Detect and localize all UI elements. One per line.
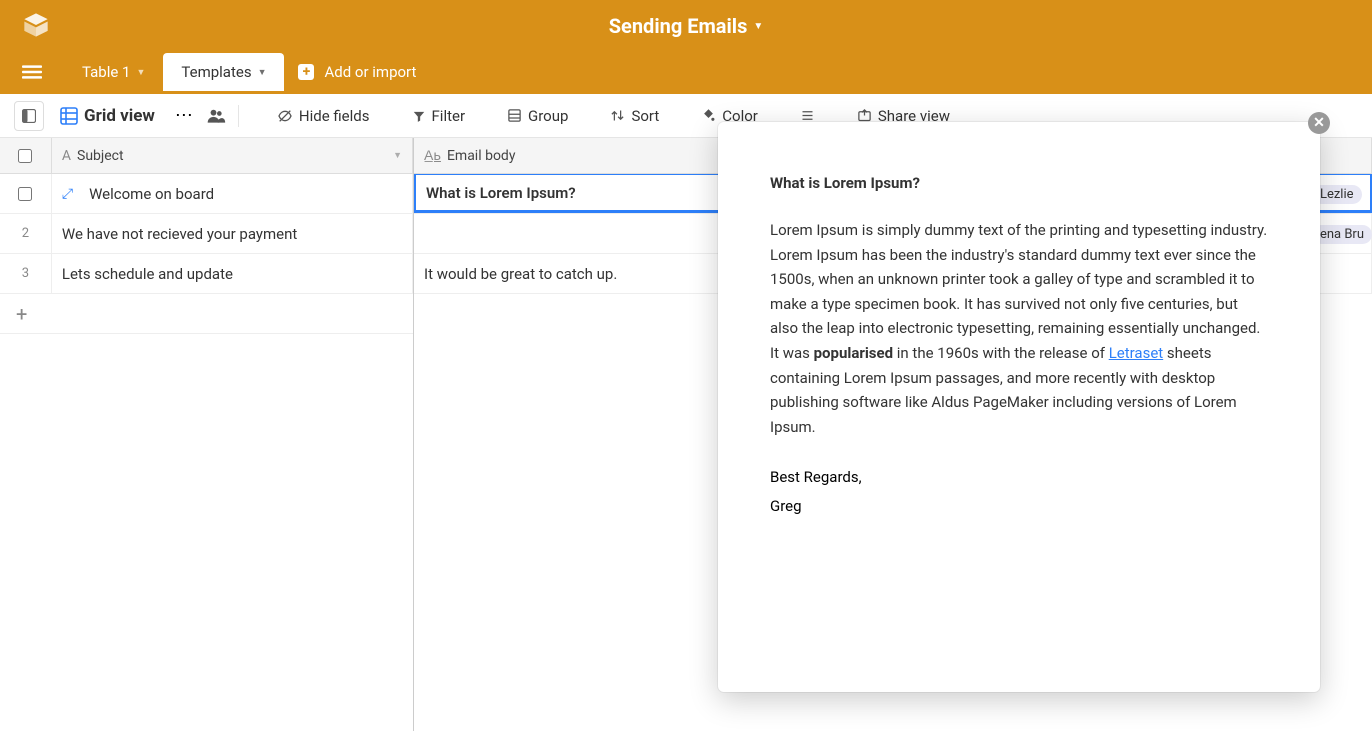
chevron-down-icon: ▼ [258, 67, 267, 78]
sort-button[interactable]: Sort [602, 103, 667, 129]
tab-label: Templates [181, 63, 251, 81]
logo-icon[interactable] [12, 11, 50, 39]
workspace-title-text: Sending Emails [609, 14, 748, 38]
row-selector[interactable] [0, 174, 52, 213]
tab-label: Table 1 [82, 63, 130, 81]
cell-value: It would be great to catch up. [424, 265, 617, 283]
workspace-title[interactable]: Sending Emails ▼ [609, 14, 764, 38]
chevron-down-icon: ▼ [136, 67, 145, 78]
view-switcher[interactable]: Grid view [52, 102, 163, 130]
group-button[interactable]: Group [499, 103, 576, 129]
close-icon: ✕ [1313, 115, 1325, 131]
cell-value: Lets schedule and update [62, 265, 233, 283]
table-row[interactable]: 2 We have not recieved your payment [0, 214, 413, 254]
chevron-down-icon: ▼ [393, 150, 402, 161]
cell-value: Welcome on board [89, 185, 214, 203]
tab-templates[interactable]: Templates ▼ [163, 53, 284, 91]
tab-table1[interactable]: Table 1 ▼ [64, 53, 163, 91]
select-all-header[interactable] [0, 138, 52, 173]
cell-value: What is Lorem Ipsum? [426, 184, 576, 202]
menu-icon[interactable] [22, 62, 42, 82]
row-number[interactable]: 3 [0, 254, 52, 293]
collaborators-button[interactable] [206, 106, 226, 126]
popup-signature: Best Regards, Greg [770, 463, 1268, 520]
table-row[interactable]: 3 Lets schedule and update [0, 254, 413, 294]
chevron-down-icon: ▼ [753, 21, 763, 32]
add-row-button[interactable]: + [0, 294, 413, 334]
text-field-icon: A [62, 148, 71, 164]
filter-label: Filter [432, 107, 466, 125]
collaborator-tag[interactable]: ena Bru [1312, 225, 1372, 244]
cell-subject[interactable]: We have not recieved your payment [52, 214, 413, 253]
column-header-subject[interactable]: A Subject ▼ [52, 138, 413, 173]
hide-fields-button[interactable]: Hide fields [269, 103, 378, 129]
popup-heading: What is Lorem Ipsum? [770, 174, 1268, 192]
rich-text-editor[interactable]: What is Lorem Ipsum? Lorem Ipsum is simp… [748, 152, 1290, 662]
cell-subject[interactable]: ⤢ Welcome on board [52, 174, 413, 213]
sidebar-toggle-button[interactable] [14, 101, 44, 131]
table-row[interactable]: ⤢ Welcome on board [0, 174, 413, 214]
column-label: Subject [77, 148, 124, 164]
divider [238, 105, 239, 127]
expand-record-icon[interactable]: ⤢ [62, 186, 73, 202]
add-or-import-button[interactable]: + Add or import [298, 63, 416, 81]
row-checkbox[interactable] [18, 187, 32, 201]
cell-subject[interactable]: Lets schedule and update [52, 254, 413, 293]
view-name: Grid view [84, 106, 155, 126]
popup-body-text: Lorem Ipsum is simply dummy text of the … [770, 218, 1268, 439]
hide-fields-label: Hide fields [299, 107, 370, 125]
add-tab-label: Add or import [324, 63, 416, 81]
sort-label: Sort [631, 107, 659, 125]
group-label: Group [528, 107, 568, 125]
row-number[interactable]: 2 [0, 214, 52, 253]
plus-icon: + [298, 64, 314, 80]
cell-value: We have not recieved your payment [62, 225, 297, 243]
long-text-field-icon: A̲ь [424, 147, 441, 164]
close-button[interactable]: ✕ [1308, 112, 1330, 134]
select-all-checkbox[interactable] [18, 149, 32, 163]
link-letraset[interactable]: Letraset [1109, 344, 1164, 362]
column-label: Email body [447, 148, 516, 164]
cell-editor-popup: ✕ What is Lorem Ipsum? Lorem Ipsum is si… [718, 122, 1320, 692]
filter-button[interactable]: Filter [404, 103, 474, 129]
view-options-button[interactable]: ⋯ [171, 105, 198, 126]
